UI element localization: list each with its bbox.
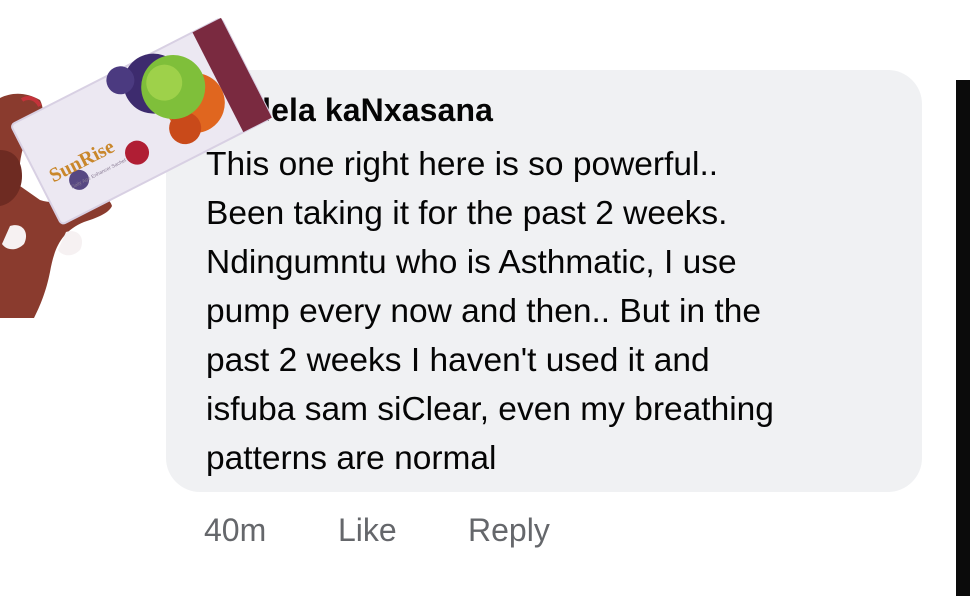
screen-edge <box>956 0 970 596</box>
comment-text: This one right here is so powerful.. Bee… <box>206 140 896 483</box>
comment-screenshot: ‘‘ndlela kaNxasana This one right here i… <box>0 0 970 596</box>
product-box-image <box>11 17 272 225</box>
comment-line: Ndingumntu who is Asthmatic, I use <box>206 244 737 281</box>
comment-line: Been taking it for the past 2 weeks. <box>206 195 728 232</box>
reply-button[interactable]: Reply <box>468 512 550 549</box>
comment-timestamp[interactable]: 40m <box>204 512 266 549</box>
comment-line: past 2 weeks I haven't used it and <box>206 342 710 379</box>
comment-line: isfuba sam siClear, even my breathing <box>206 391 774 428</box>
comment-line: patterns are normal <box>206 440 497 477</box>
profile-avatar[interactable]: SunRise Daily Age Enhancer Sachet <box>0 0 272 330</box>
like-button[interactable]: Like <box>338 512 397 549</box>
comment-line: pump every now and then.. But in the <box>206 293 761 330</box>
comment-line: This one right here is so powerful.. <box>206 146 719 183</box>
